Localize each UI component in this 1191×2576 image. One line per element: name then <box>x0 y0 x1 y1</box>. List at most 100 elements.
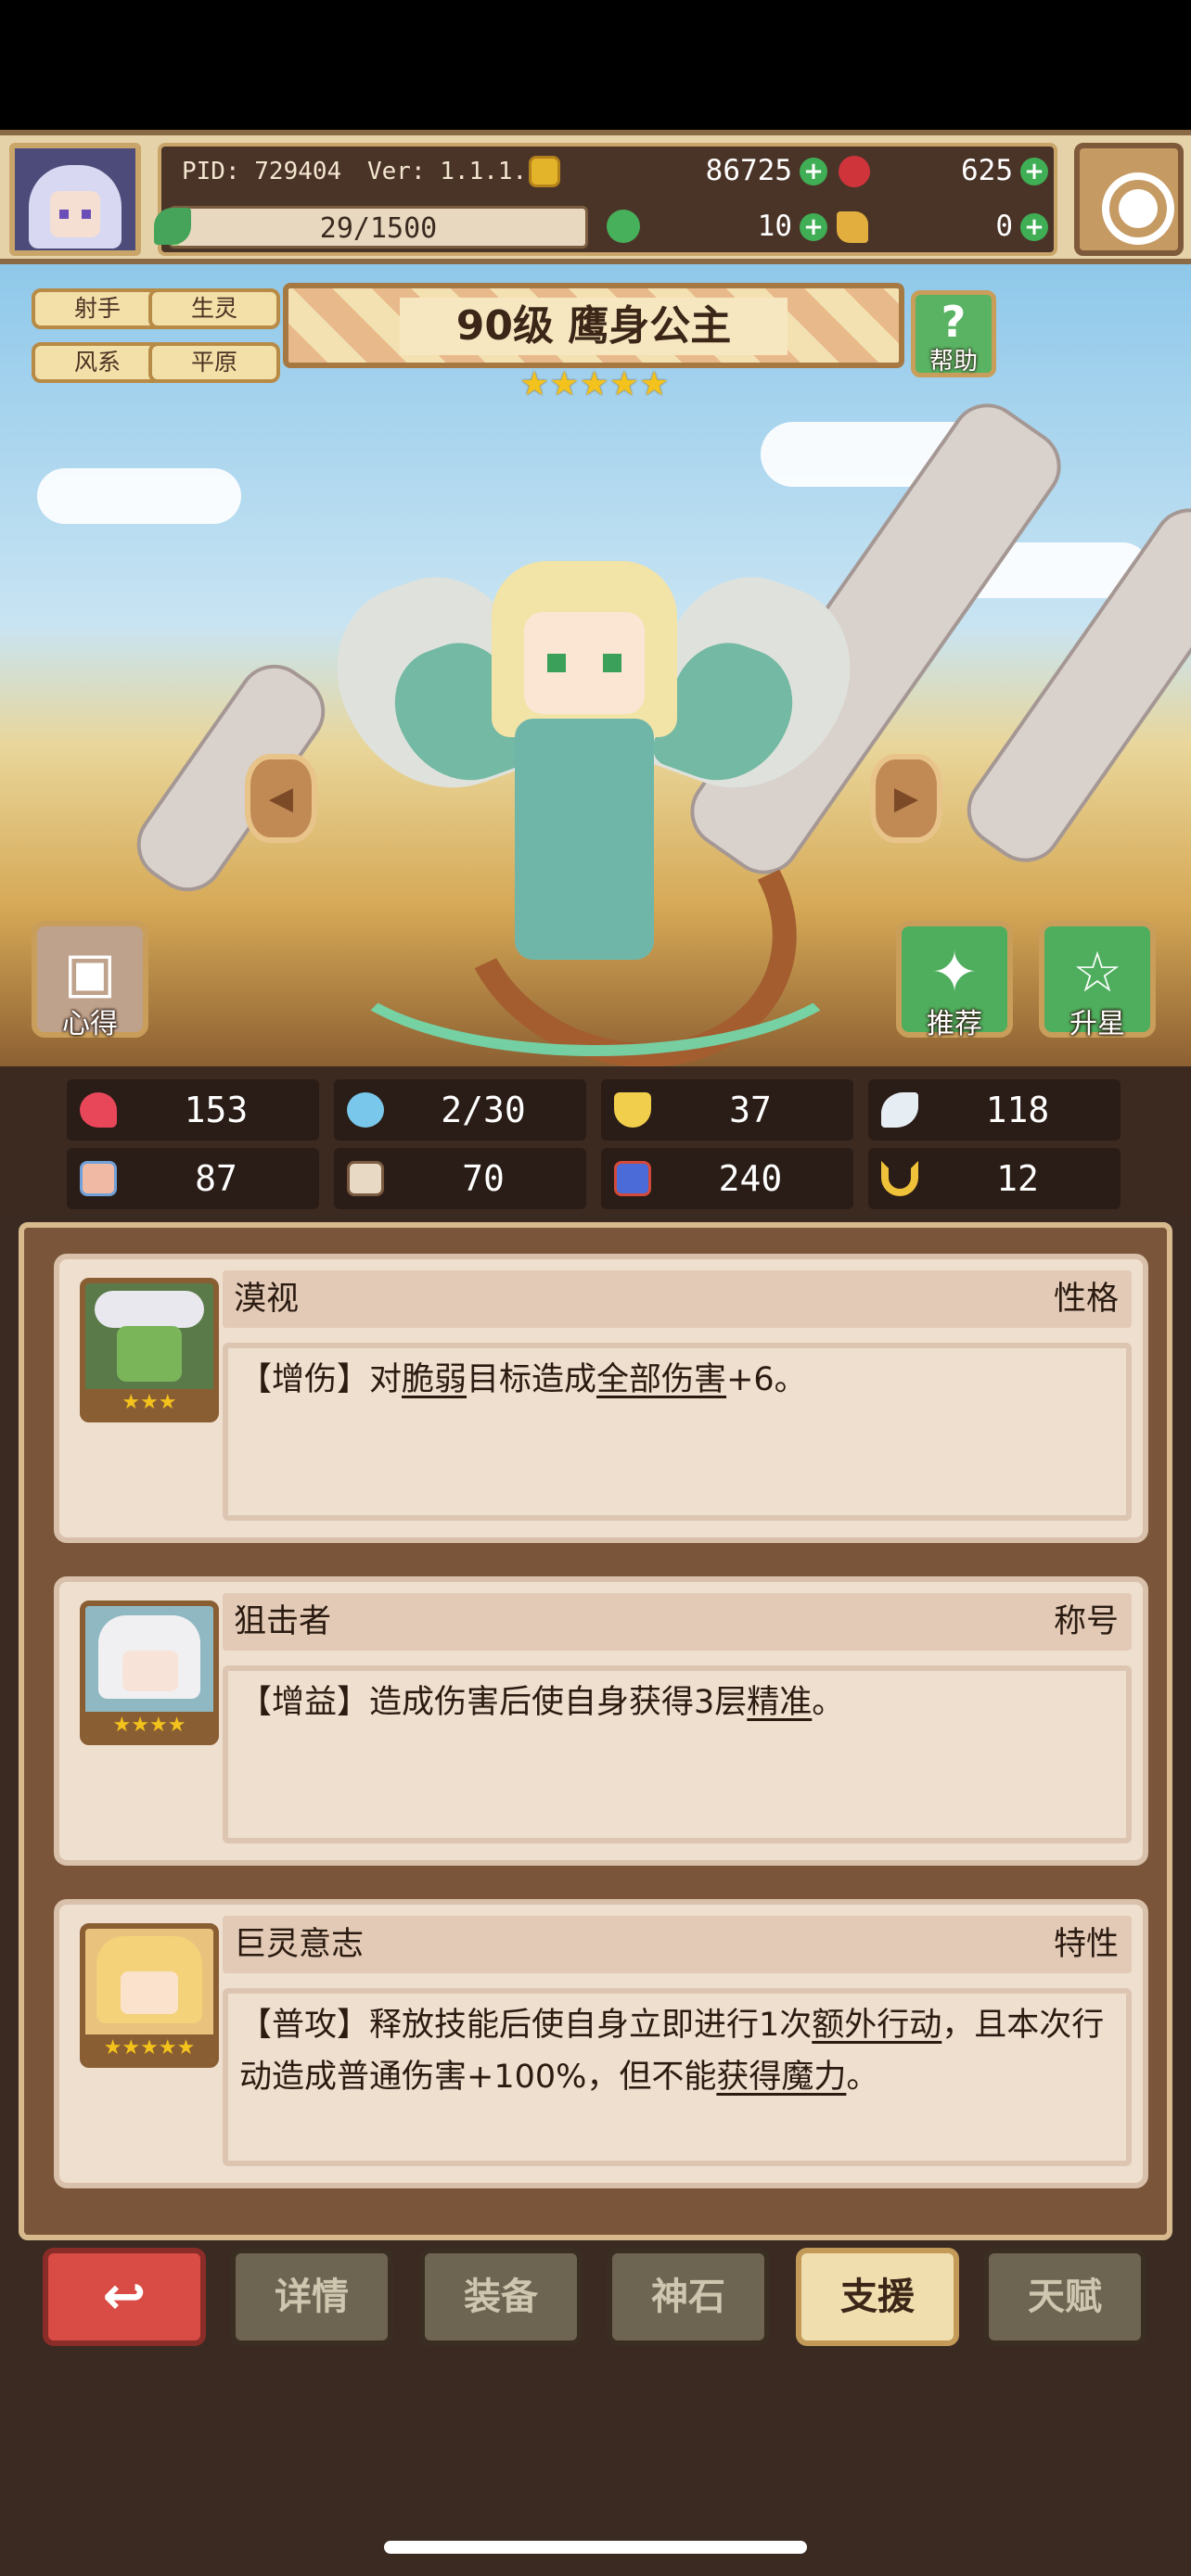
desc-text: +6。 <box>726 1361 807 1398</box>
star-icon: ★ <box>519 365 550 403</box>
stat-value: 70 <box>462 1158 505 1199</box>
keyword-link[interactable]: 全部伤害 <box>596 1361 726 1398</box>
home-indicator[interactable] <box>384 2541 807 2554</box>
prev-hero-button[interactable]: ◀ <box>245 754 317 843</box>
stat-attack: 87 <box>67 1148 319 1209</box>
keyword-link[interactable]: 精准 <box>747 1684 812 1721</box>
portrait-face <box>122 1651 178 1691</box>
tab-talent[interactable]: 天赋 <box>983 2248 1146 2346</box>
star-icon: ★ <box>608 365 640 403</box>
resource-panel: PID: 729404 Ver: 1.1.1.14 86725 + 625 + … <box>154 143 1057 256</box>
support-card: ★★★★★ 巨灵意志 特性 【普攻】释放技能后使自身立即进行1次额外行动，且本次… <box>54 1899 1148 2188</box>
race-tag: 生灵 <box>148 288 280 329</box>
keyword-link[interactable]: 额外行动 <box>812 2007 941 2044</box>
hero-face <box>524 612 645 714</box>
tab-details[interactable]: 详情 <box>230 2248 393 2346</box>
question-icon: ? <box>941 297 967 347</box>
next-hero-button[interactable]: ▶ <box>870 754 942 843</box>
desc-text: 目标造成 <box>467 1361 597 1398</box>
add-clover-button[interactable]: + <box>800 213 827 241</box>
card-header: 漠视 性格 <box>223 1270 1132 1328</box>
desc-text: 。 <box>846 2059 879 2096</box>
back-button[interactable]: ↩ <box>43 2248 206 2346</box>
card-header: 巨灵意志 特性 <box>223 1916 1132 1973</box>
help-button[interactable]: ? 帮助 <box>911 290 996 377</box>
support-card: ★★★★ 狙击者 称号 【增益】造成伤害后使自身获得3层精准。 <box>54 1576 1148 1866</box>
game-version: Ver: 1.1.1.14 <box>367 158 557 185</box>
tab-support[interactable]: 支援 <box>796 2248 959 2346</box>
hero-title: 90级 鹰身公主 <box>400 298 788 355</box>
card-description: 【增伤】对脆弱目标造成全部伤害+6。 <box>223 1343 1132 1521</box>
key-icon <box>837 211 868 243</box>
desc-text: 。 <box>812 1684 845 1721</box>
card-description: 【增益】造成伤害后使自身获得3层精准。 <box>223 1665 1132 1843</box>
stat-value: 12 <box>996 1158 1039 1199</box>
stamina-leaf-icon <box>154 208 191 245</box>
recommend-button[interactable]: ✦ 推荐 <box>896 921 1013 1040</box>
class-tag: 射手 <box>32 288 163 329</box>
hero-star-rating: ★★★★★ <box>519 366 677 403</box>
shield-icon <box>614 1092 651 1128</box>
cloud <box>37 468 241 524</box>
desc-text: 【普攻】释放技能后使自身立即进行1次 <box>239 2007 813 2044</box>
card-type: 称号 <box>1053 1603 1119 1640</box>
hero-scene: 射手 生灵 风系 平原 90级 鹰身公主 ★★★★★ ? 帮助 ◀ ▶ ▣ 心得… <box>0 264 1191 1066</box>
terrain-tag: 平原 <box>148 342 280 383</box>
wind-swirl <box>325 848 866 1056</box>
stat-speed: 118 <box>868 1079 1121 1141</box>
key-amount: 0 <box>995 210 1013 243</box>
mana-drop-icon <box>347 1092 384 1128</box>
support-portrait[interactable]: ★★★★★ <box>80 1923 219 2068</box>
armor-icon <box>614 1161 651 1196</box>
tab-equipment[interactable]: 装备 <box>419 2248 583 2346</box>
star-icon: ★ <box>579 365 609 403</box>
stat-value: 37 <box>729 1090 772 1130</box>
card-name: 漠视 <box>234 1281 300 1318</box>
player-id: PID: 729404 <box>182 158 342 185</box>
stamina-bar: 29/1500 <box>169 206 588 249</box>
card-type: 特性 <box>1053 1926 1119 1963</box>
settings-button[interactable] <box>1074 143 1184 256</box>
support-portrait[interactable]: ★★★ <box>80 1278 219 1422</box>
gold-amount: 86725 <box>705 154 792 187</box>
hero-eye <box>547 654 566 672</box>
stat-value: 118 <box>985 1090 1050 1130</box>
card-name: 狙击者 <box>234 1603 332 1640</box>
upgrade-star-label: 升星 <box>1069 1008 1125 1040</box>
card-description: 【普攻】释放技能后使自身立即进行1次额外行动，且本次行动造成普通伤害+100%，… <box>223 1988 1132 2166</box>
fist-icon <box>80 1161 117 1196</box>
stat-value: 2/30 <box>441 1090 526 1130</box>
add-gold-button[interactable]: + <box>800 158 827 185</box>
gear-icon <box>1102 172 1174 245</box>
help-label: 帮助 <box>928 348 978 376</box>
stat-defense: 37 <box>601 1079 853 1141</box>
portrait-stars: ★★★ <box>85 1389 213 1417</box>
portrait-face <box>117 1326 182 1382</box>
portrait-stars: ★★★★★ <box>85 2034 213 2062</box>
clover-amount: 10 <box>757 210 792 243</box>
hero-eye <box>603 654 621 672</box>
clover-icon <box>607 210 640 243</box>
stat-luck: 12 <box>868 1148 1121 1209</box>
gold-coin-icon <box>529 156 560 187</box>
stamina-value: 29/1500 <box>319 212 438 245</box>
support-portrait[interactable]: ★★★★ <box>80 1600 219 1745</box>
star-icon: ★ <box>639 365 670 403</box>
card-header: 狙击者 称号 <box>223 1593 1132 1651</box>
add-ruby-button[interactable]: + <box>1020 158 1048 185</box>
stat-mana: 2/30 <box>334 1079 586 1141</box>
upgrade-star-button[interactable]: ☆ 升星 <box>1039 921 1156 1040</box>
keyword-link[interactable]: 脆弱 <box>402 1361 467 1398</box>
tab-godstone[interactable]: 神石 <box>607 2248 770 2346</box>
stat-value: 240 <box>718 1158 783 1199</box>
add-key-button[interactable]: + <box>1020 213 1048 241</box>
keyword-link[interactable]: 获得魔力 <box>716 2059 846 2096</box>
support-panel: ★★★ 漠视 性格 【增伤】对脆弱目标造成全部伤害+6。 ★★★★ 狙击者 称号… <box>19 1222 1172 2240</box>
notes-button[interactable]: ▣ 心得 <box>32 921 148 1040</box>
player-avatar[interactable] <box>9 143 141 256</box>
stat-armor: 240 <box>601 1148 853 1209</box>
card-name: 巨灵意志 <box>234 1926 365 1963</box>
hero-title-banner: 90级 鹰身公主 <box>283 283 904 368</box>
desc-text: 【增伤】对 <box>239 1361 403 1398</box>
star-icon: ★ <box>549 365 580 403</box>
